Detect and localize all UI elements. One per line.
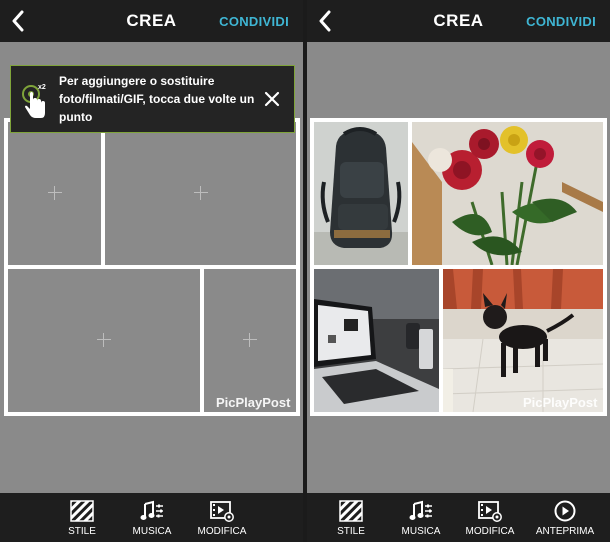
top-bar: CREA CONDIVIDI [0,0,303,42]
toolbar-preview-button[interactable]: ANTEPRIMA [533,500,597,540]
toolbar-music-button[interactable]: MUSICA [120,500,184,540]
toolbar-music-button[interactable]: MUSICA [389,500,453,540]
top-bar: CREA CONDIVIDI [307,0,610,42]
editor-screen-empty: CREA CONDIVIDI PicPlayPost x2 Per aggiun… [0,0,303,542]
toolbar-label: STILE [68,526,96,537]
plus-icon [48,186,62,200]
backpack-illustration [314,122,408,265]
film-edit-icon [478,501,502,522]
laptop-photo[interactable] [314,269,439,412]
close-button[interactable] [263,90,281,108]
collage-frame: PicPlayPost [310,118,607,416]
editor-screen-filled: CREA CONDIVIDI PicPlayPost STILE MUSICA … [307,0,610,542]
plus-icon [97,333,111,347]
toolbar-label: MUSICA [132,526,172,537]
roses-photo[interactable] [412,122,603,266]
close-icon [264,91,280,107]
hint-tooltip: x2 Per aggiungere o sostituire foto/film… [10,65,295,133]
bottom-toolbar: STILE MUSICA MODIFICA [307,493,610,542]
plus-icon [243,333,257,347]
watermark: PicPlayPost [523,395,598,410]
toolbar-label: ANTEPRIMA [535,526,595,537]
collage-slot-4[interactable] [204,269,296,412]
laptop-illustration [314,269,439,412]
toolbar-label: MUSICA [401,526,441,537]
roses-illustration [412,122,603,266]
share-button[interactable]: CONDIVIDI [219,14,289,29]
double-tap-icon [19,82,55,120]
collage-slot-1[interactable] [8,122,101,265]
music-note-icon [409,500,432,520]
toolbar-edit-button[interactable]: MODIFICA [458,500,522,540]
stripes-icon [339,500,363,522]
stripes-icon [70,500,94,522]
toolbar-style-button[interactable]: STILE [50,500,114,540]
bottom-toolbar: STILE MUSICA MODIFICA [0,493,303,542]
share-button[interactable]: CONDIVIDI [526,14,596,29]
toolbar-edit-button[interactable]: MODIFICA [190,500,254,540]
music-note-icon [140,500,163,520]
film-edit-icon [210,501,234,522]
collage-slot-3[interactable] [8,269,200,412]
collage-frame: PicPlayPost [4,118,300,416]
toolbar-label: MODIFICA [465,526,515,537]
dog-photo[interactable] [442,269,604,413]
watermark: PicPlayPost [216,395,291,410]
collage-slot-2[interactable] [105,122,296,265]
tap-count-badge: x2 [38,84,46,91]
plus-icon [194,186,208,200]
play-circle-icon [554,500,576,522]
toolbar-style-button[interactable]: STILE [319,500,383,540]
tooltip-text: Per aggiungere o sostituire foto/filmati… [59,74,255,124]
backpack-photo[interactable] [314,122,408,265]
toolbar-label: STILE [337,526,365,537]
toolbar-label: MODIFICA [197,526,247,537]
dog-illustration [442,269,604,413]
